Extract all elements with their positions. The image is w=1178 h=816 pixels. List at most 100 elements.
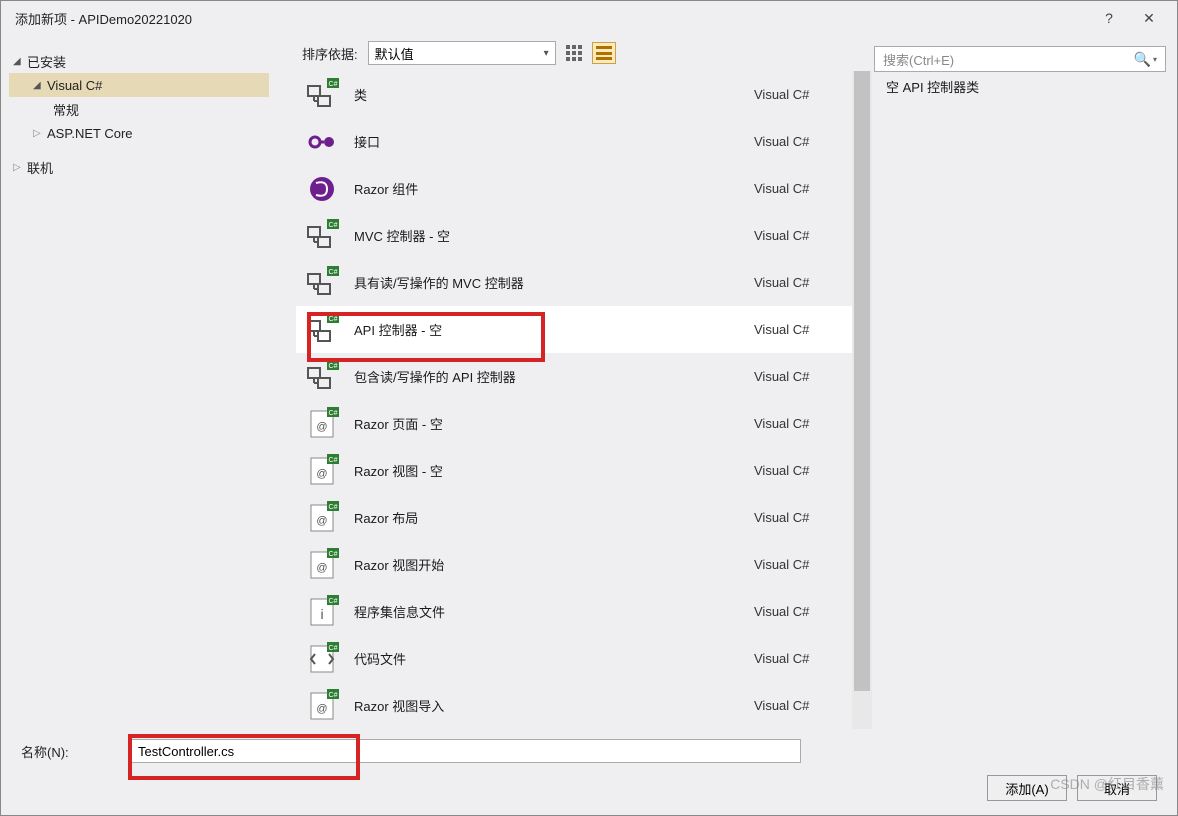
search-wrap: 搜索(Ctrl+E) 🔍 ▾ — [874, 46, 1166, 72]
tree-aspnet-core[interactable]: ▷ ASP.NET Core — [9, 121, 288, 145]
item-language: Visual C# — [754, 463, 852, 478]
item-label: 类 — [354, 85, 740, 104]
details-panel: 类型: Visual C# 空 API 控制器类 — [872, 35, 1177, 729]
item-label: Razor 组件 — [354, 179, 740, 198]
add-button[interactable]: 添加(A) — [987, 775, 1067, 801]
sort-dropdown[interactable]: 默认值 ▾ — [368, 41, 556, 65]
item-label: 接口 — [354, 132, 740, 151]
template-item[interactable]: 接口 Visual C# — [296, 118, 852, 165]
search-placeholder: 搜索(Ctrl+E) — [883, 50, 1130, 69]
grid-icon — [566, 45, 582, 61]
view-list-button[interactable] — [592, 42, 616, 64]
razor-page-icon: C#@ — [304, 406, 340, 442]
template-item[interactable]: C# API 控制器 - 空 Visual C# — [296, 306, 852, 353]
svg-text:C#: C# — [329, 504, 338, 511]
item-language: Visual C# — [754, 228, 852, 243]
razor-page-icon: C#@ — [304, 688, 340, 724]
item-label: Razor 视图 - 空 — [354, 461, 740, 480]
item-language: Visual C# — [754, 510, 852, 525]
help-button[interactable]: ? — [1089, 10, 1129, 26]
content-area: ◢ 已安装 ◢ Visual C# 常规 ▷ ASP.NET Core ▷ 联机 — [1, 35, 1177, 729]
template-item[interactable]: C# i 程序集信息文件 Visual C# — [296, 588, 852, 635]
template-item[interactable]: C# 代码文件 Visual C# — [296, 635, 852, 682]
item-language: Visual C# — [754, 557, 852, 572]
chevron-down-icon: ◢ — [13, 56, 27, 67]
svg-text:C#: C# — [329, 316, 338, 323]
cs-class-icon: C# — [304, 77, 340, 113]
svg-text:@: @ — [316, 421, 327, 433]
razor-page-icon: C#@ — [304, 500, 340, 536]
svg-text:C#: C# — [329, 81, 338, 88]
template-item[interactable]: C#@ Razor 页面 - 空 Visual C# — [296, 400, 852, 447]
tree-label: ASP.NET Core — [47, 126, 133, 141]
view-grid-button[interactable] — [562, 42, 586, 64]
chevron-right-icon: ▷ — [33, 128, 47, 139]
list-wrap: C# 类 Visual C# 接口 Visual C# Razor 组件 Vis… — [296, 71, 872, 729]
toolbar: 排序依据: 默认值 ▾ — [296, 35, 872, 71]
template-item[interactable]: C#@ Razor 视图导入 Visual C# — [296, 682, 852, 729]
item-label: 程序集信息文件 — [354, 602, 740, 621]
chevron-right-icon: ▷ — [13, 162, 27, 173]
template-description: 空 API 控制器类 — [886, 76, 1163, 101]
template-item[interactable]: C#@ Razor 布局 Visual C# — [296, 494, 852, 541]
svg-text:@: @ — [316, 562, 327, 574]
info-file-icon: C# i — [304, 594, 340, 630]
tree-installed[interactable]: ◢ 已安装 — [9, 49, 288, 73]
template-item[interactable]: C# MVC 控制器 - 空 Visual C# — [296, 212, 852, 259]
cs-class-icon: C# — [304, 265, 340, 301]
template-list[interactable]: C# 类 Visual C# 接口 Visual C# Razor 组件 Vis… — [296, 71, 852, 729]
svg-text:C#: C# — [329, 363, 338, 370]
sidebar: ◢ 已安装 ◢ Visual C# 常规 ▷ ASP.NET Core ▷ 联机 — [1, 35, 296, 729]
scrollbar[interactable] — [852, 71, 872, 729]
tree-online[interactable]: ▷ 联机 — [9, 155, 288, 179]
svg-text:@: @ — [316, 703, 327, 715]
template-item[interactable]: C# 包含读/写操作的 API 控制器 Visual C# — [296, 353, 852, 400]
search-input[interactable]: 搜索(Ctrl+E) 🔍 ▾ — [874, 46, 1166, 72]
dialog-window: 添加新项 - APIDemo20221020 ? ✕ ◢ 已安装 ◢ Visua… — [0, 0, 1178, 816]
sort-label: 排序依据: — [302, 44, 358, 63]
svg-text:C#: C# — [329, 457, 338, 464]
item-label: Razor 布局 — [354, 508, 740, 527]
item-language: Visual C# — [754, 651, 852, 666]
item-language: Visual C# — [754, 87, 852, 102]
svg-text:i: i — [320, 606, 323, 622]
scroll-thumb[interactable] — [854, 71, 870, 691]
tree-label: Visual C# — [47, 78, 102, 93]
tree-general[interactable]: 常规 — [9, 97, 288, 121]
item-label: Razor 页面 - 空 — [354, 414, 740, 433]
svg-text:@: @ — [316, 515, 327, 527]
item-language: Visual C# — [754, 275, 852, 290]
list-icon — [596, 46, 612, 60]
svg-text:C#: C# — [329, 598, 338, 605]
item-label: 代码文件 — [354, 649, 740, 668]
cs-class-icon: C# — [304, 218, 340, 254]
item-label: Razor 视图开始 — [354, 555, 740, 574]
close-button[interactable]: ✕ — [1129, 10, 1169, 27]
sort-value: 默认值 — [375, 44, 414, 63]
tree-label: 常规 — [53, 100, 79, 119]
cs-class-icon: C# — [304, 312, 340, 348]
tree-visual-csharp[interactable]: ◢ Visual C# — [9, 73, 269, 97]
item-language: Visual C# — [754, 604, 852, 619]
template-item[interactable]: C# 类 Visual C# — [296, 71, 852, 118]
main-panel: 排序依据: 默认值 ▾ C# 类 Visual C# 接口 Visual C# … — [296, 35, 872, 729]
svg-text:C#: C# — [329, 692, 338, 699]
item-language: Visual C# — [754, 134, 852, 149]
cancel-button[interactable]: 取消 — [1077, 775, 1157, 801]
cs-class-icon: C# — [304, 359, 340, 395]
template-item[interactable]: C#@ Razor 视图 - 空 Visual C# — [296, 447, 852, 494]
template-item[interactable]: C# 具有读/写操作的 MVC 控制器 Visual C# — [296, 259, 852, 306]
svg-text:C#: C# — [329, 645, 338, 652]
chevron-down-icon: ▾ — [1151, 55, 1157, 64]
chevron-down-icon: ▾ — [544, 48, 549, 59]
template-item[interactable]: C#@ Razor 视图开始 Visual C# — [296, 541, 852, 588]
item-label: 具有读/写操作的 MVC 控制器 — [354, 273, 740, 292]
template-item[interactable]: Razor 组件 Visual C# — [296, 165, 852, 212]
svg-text:C#: C# — [329, 551, 338, 558]
tree-label: 联机 — [27, 158, 53, 177]
window-title: 添加新项 - APIDemo20221020 — [9, 9, 1089, 28]
item-language: Visual C# — [754, 698, 852, 713]
name-input[interactable] — [131, 739, 801, 763]
svg-text:C#: C# — [329, 222, 338, 229]
tree-label: 已安装 — [27, 52, 66, 71]
